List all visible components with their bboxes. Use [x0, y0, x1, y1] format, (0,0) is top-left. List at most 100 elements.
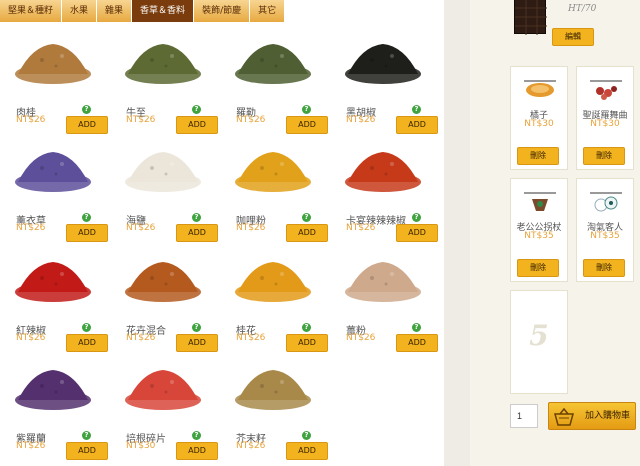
add-to-cart-button[interactable]: 加入購物車 [548, 402, 636, 430]
edit-button[interactable]: 編輯 [552, 28, 594, 46]
product-price: NT$26 [236, 441, 266, 451]
cayenne-pepper-icon [342, 144, 424, 194]
add-button[interactable]: ADD [286, 334, 328, 352]
remove-button[interactable]: 刪除 [517, 147, 559, 165]
product-price: NT$26 [346, 223, 376, 233]
product-card: 薰衣草? NT$26 ADD [0, 138, 110, 242]
berry-mix-icon [588, 75, 624, 103]
remove-button[interactable]: 刪除 [517, 259, 559, 277]
help-icon[interactable]: ? [192, 105, 201, 114]
help-icon[interactable]: ? [192, 431, 201, 440]
help-icon[interactable]: ? [302, 323, 311, 332]
divider [444, 0, 470, 466]
product-price: NT$30 [126, 441, 156, 451]
flower-mix-icon [122, 254, 204, 304]
add-button[interactable]: ADD [396, 116, 438, 134]
add-button[interactable]: ADD [286, 442, 328, 460]
orange-slice-icon [522, 75, 558, 103]
cart-slot-empty: 5 [510, 290, 568, 394]
add-button[interactable]: ADD [176, 442, 218, 460]
tab-decor-festive[interactable]: 裝飾/節慶 [194, 0, 251, 22]
product-card: 黑胡椒? NT$26 ADD [330, 30, 440, 134]
violet-flowers-icon [12, 362, 94, 412]
help-icon[interactable]: ? [412, 323, 421, 332]
product-price: NT$26 [126, 223, 156, 233]
red-chili-powder-icon [12, 254, 94, 304]
help-icon[interactable]: ? [82, 431, 91, 440]
tab-mixed-fruit[interactable]: 雜果 [97, 0, 133, 22]
product-price: NT$26 [236, 333, 266, 343]
bacon-bits-icon [122, 362, 204, 412]
tab-herbs-spices[interactable]: 香草＆香料 [132, 0, 195, 22]
add-button[interactable]: ADD [396, 334, 438, 352]
product-price: NT$26 [16, 115, 46, 125]
product-grid: 肉桂? NT$26 ADD 牛至? NT$26 ADD 羅勒? NT$26 ADD 黑胡椒? NT$… [0, 22, 444, 466]
cart-slot-3: 老公公拐杖 NT$35 刪除 [510, 178, 568, 282]
help-icon[interactable]: ? [192, 323, 201, 332]
remove-button[interactable]: 刪除 [583, 147, 625, 165]
product-price: NT$26 [126, 333, 156, 343]
product-card: 咖哩粉? NT$26 ADD [220, 138, 330, 242]
product-card: 肉桂? NT$26 ADD [0, 30, 110, 134]
curry-powder-icon [232, 144, 314, 194]
product-price: NT$26 [236, 223, 266, 233]
help-icon[interactable]: ? [412, 105, 421, 114]
product-price: NT$26 [16, 223, 46, 233]
slot-number: 5 [529, 319, 549, 352]
brand-logo-text: HT/70 [568, 4, 597, 14]
help-icon[interactable]: ? [82, 105, 91, 114]
category-tabs: 堅果＆種籽 水果 雜果 香草＆香料 裝飾/節慶 其它 [0, 0, 286, 22]
product-card: 紫羅蘭? NT$26 ADD [0, 356, 110, 460]
product-card: 紅辣椒? NT$26 ADD [0, 248, 110, 352]
add-button[interactable]: ADD [396, 224, 438, 242]
ornament-icon [522, 187, 558, 215]
cart-item-price: NT$30 [524, 119, 554, 129]
ginger-powder-icon [342, 254, 424, 304]
help-icon[interactable]: ? [302, 213, 311, 222]
add-button[interactable]: ADD [176, 334, 218, 352]
cart-item-price: NT$35 [524, 231, 554, 241]
tab-nuts-seeds[interactable]: 堅果＆種籽 [0, 0, 63, 22]
product-price: NT$26 [346, 115, 376, 125]
product-price: NT$26 [126, 115, 156, 125]
add-button[interactable]: ADD [176, 224, 218, 242]
help-icon[interactable]: ? [82, 213, 91, 222]
product-price: NT$26 [346, 333, 376, 343]
cart-sidebar: HT/70 編輯 橘子 NT$30 刪除 聖誕羅舞曲 NT$30 刪除 老公公拐… [470, 0, 640, 466]
help-icon[interactable]: ? [192, 213, 201, 222]
add-button[interactable]: ADD [66, 334, 108, 352]
add-button[interactable]: ADD [286, 116, 328, 134]
add-button[interactable]: ADD [66, 442, 108, 460]
cart-item-price: NT$35 [590, 231, 620, 241]
help-icon[interactable]: ? [302, 431, 311, 440]
basil-leaves-icon [232, 36, 314, 86]
product-card: 羅勒? NT$26 ADD [220, 30, 330, 134]
quantity-input[interactable] [510, 404, 538, 428]
help-icon[interactable]: ? [412, 213, 421, 222]
tab-other[interactable]: 其它 [250, 0, 286, 22]
cinnamon-powder-icon [12, 36, 94, 86]
cart-slot-1: 橘子 NT$30 刪除 [510, 66, 568, 170]
product-card: 花卉混合? NT$26 ADD [110, 248, 220, 352]
snowman-icon [588, 187, 624, 215]
add-button[interactable]: ADD [66, 224, 108, 242]
add-button[interactable]: ADD [66, 116, 108, 134]
lavender-icon [12, 144, 94, 194]
oregano-leaves-icon [122, 36, 204, 86]
product-price: NT$26 [236, 115, 266, 125]
cart-slot-2: 聖誕羅舞曲 NT$30 刪除 [576, 66, 634, 170]
remove-button[interactable]: 刪除 [583, 259, 625, 277]
add-button[interactable]: ADD [286, 224, 328, 242]
tab-fruit[interactable]: 水果 [62, 0, 98, 22]
product-price: NT$26 [16, 441, 46, 451]
osmanthus-icon [232, 254, 314, 304]
product-card: 卡宴辣辣辣椒? NT$26 ADD [330, 138, 440, 242]
mustard-seeds-icon [232, 362, 314, 412]
help-icon[interactable]: ? [82, 323, 91, 332]
product-card: 培根碎片? NT$30 ADD [110, 356, 220, 460]
product-card: 海鹽? NT$26 ADD [110, 138, 220, 242]
help-icon[interactable]: ? [302, 105, 311, 114]
product-price: NT$26 [16, 333, 46, 343]
black-pepper-icon [342, 36, 424, 86]
add-button[interactable]: ADD [176, 116, 218, 134]
